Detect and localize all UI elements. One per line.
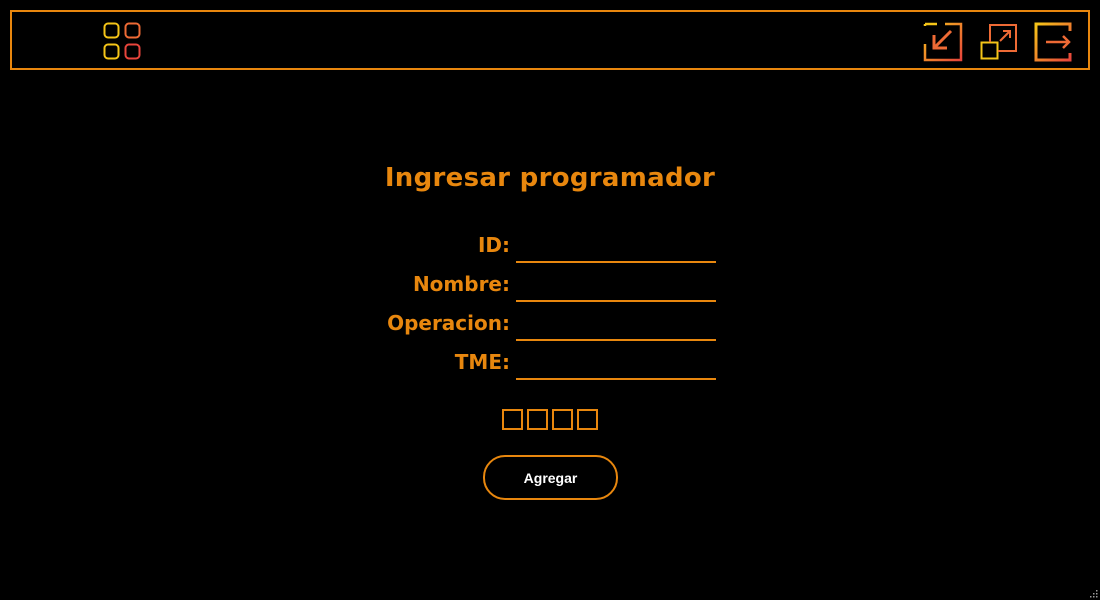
grid-menu-icon[interactable] (103, 22, 141, 60)
tme-label: TME: (454, 350, 510, 374)
operacion-input[interactable] (516, 313, 716, 341)
form-row-id: ID: (300, 231, 720, 263)
operacion-label: Operacion: (387, 311, 510, 335)
id-label: ID: (477, 233, 510, 257)
maximize-icon[interactable] (980, 22, 1020, 62)
checkbox-2[interactable] (527, 409, 548, 430)
checkbox-3[interactable] (552, 409, 573, 430)
agregar-button[interactable]: Agregar (483, 455, 618, 500)
minimize-icon[interactable] (923, 22, 963, 62)
form-row-tme: TME: (300, 348, 720, 380)
page-title: Ingresar programador (384, 163, 716, 193)
id-input[interactable] (516, 235, 716, 263)
form-row-operacion: Operacion: (300, 309, 720, 341)
resize-grip-icon[interactable] (1089, 589, 1098, 598)
checkbox-4[interactable] (577, 409, 598, 430)
exit-icon[interactable] (1034, 22, 1074, 62)
checkbox-1[interactable] (502, 409, 523, 430)
tme-input[interactable] (516, 352, 716, 380)
form-row-nombre: Nombre: (300, 270, 720, 302)
checkbox-group (502, 409, 602, 431)
nombre-label: Nombre: (412, 272, 510, 296)
nombre-input[interactable] (516, 274, 716, 302)
top-toolbar (10, 10, 1090, 70)
